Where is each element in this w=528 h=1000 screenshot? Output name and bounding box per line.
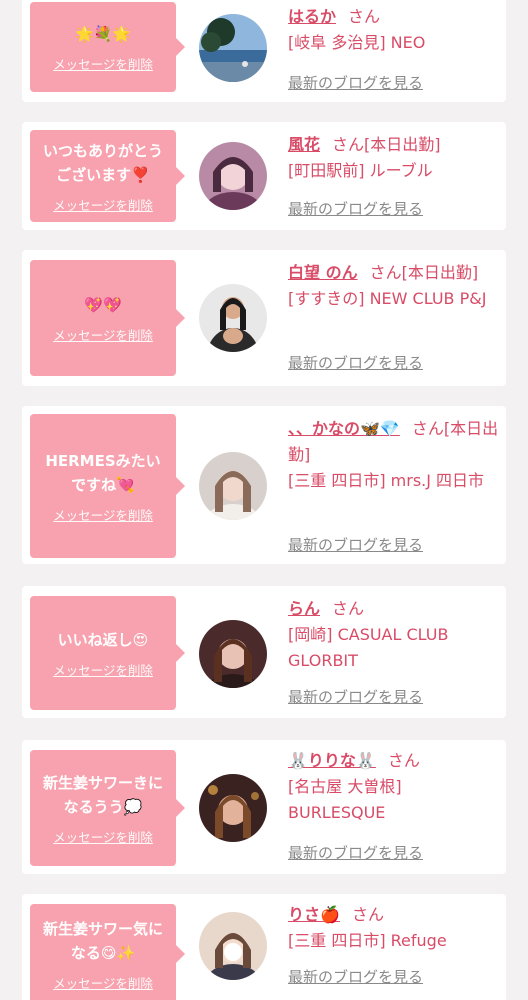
avatar-photo-woman-icon xyxy=(199,774,267,842)
location-text: [岡崎] CASUAL CLUB GLORBIT xyxy=(288,625,449,670)
delete-message-link[interactable]: メッセージを削除 xyxy=(53,827,153,846)
avatar[interactable] xyxy=(199,452,267,520)
honorific: さん xyxy=(411,419,444,438)
delete-message-link[interactable]: メッセージを削除 xyxy=(53,973,153,992)
message-text: 💖💖 xyxy=(84,295,122,314)
avatar[interactable] xyxy=(199,774,267,842)
avatar[interactable] xyxy=(199,620,267,688)
message-bubble: HERMESみたい ですね💘 メッセージを削除 xyxy=(30,414,185,558)
delete-message-link[interactable]: メッセージを削除 xyxy=(53,325,153,344)
latest-blog-link[interactable]: 最新のブログを見る xyxy=(288,966,423,987)
profile-info: りさ🍎 さん [三重 四日市] Refuge xyxy=(288,902,500,954)
latest-blog-link[interactable]: 最新のブログを見る xyxy=(288,534,423,555)
location-text: [町田駅前] ルーブル xyxy=(288,161,433,180)
honorific: さん xyxy=(369,263,402,282)
status-text: [本日出勤] xyxy=(364,135,441,154)
status-text: [本日出勤] xyxy=(401,263,479,282)
honorific: さん xyxy=(332,135,365,154)
avatar-photo-woman-icon xyxy=(199,912,267,980)
message-bubble: 💖💖 メッセージを削除 xyxy=(30,260,185,376)
message-card: いいね返し😍 メッセージを削除 らん さん [岡崎] CASUAL CLUB GL… xyxy=(22,586,506,718)
delete-message-link[interactable]: メッセージを削除 xyxy=(53,660,153,679)
profile-info: 風花 さん[本日出勤] [町田駅前] ルーブル xyxy=(288,132,500,184)
latest-blog-link[interactable]: 最新のブログを見る xyxy=(288,842,423,863)
profile-name-link[interactable]: はるか xyxy=(288,7,336,26)
honorific: さん xyxy=(387,751,420,770)
avatar[interactable] xyxy=(199,14,267,82)
location-text: [岐阜 多治見] NEO xyxy=(288,33,426,52)
profile-name-link[interactable]: 🐰りりな🐰 xyxy=(288,751,376,770)
avatar-photo-woman-icon xyxy=(199,284,267,352)
avatar-photo-landscape-icon xyxy=(199,14,267,82)
profile-name-link[interactable]: 白望 のん xyxy=(288,263,358,282)
honorific: さん xyxy=(332,599,365,618)
message-card: 🌟💐🌟 メッセージを削除 はるか さん [岐阜 多治見] NEO 最新のブログを見… xyxy=(22,0,506,102)
message-card: 💖💖 メッセージを削除 白望 のん さん[本日出勤] [すすきの] NEW CLU… xyxy=(22,250,506,386)
latest-blog-link[interactable]: 最新のブログを見る xyxy=(288,352,423,373)
profile-name-link[interactable]: りさ🍎 xyxy=(288,905,340,924)
latest-blog-link[interactable]: 最新のブログを見る xyxy=(288,686,423,707)
message-text: 🌟💐🌟 xyxy=(74,24,132,43)
profile-info: 🐰りりな🐰 さん [名古屋 大曽根] BURLESQUE xyxy=(288,748,500,826)
avatar-photo-woman-icon xyxy=(199,142,267,210)
delete-message-link[interactable]: メッセージを削除 xyxy=(53,195,153,214)
profile-info: はるか さん [岐阜 多治見] NEO xyxy=(288,4,500,56)
profile-name-link[interactable]: らん xyxy=(288,599,320,618)
delete-message-link[interactable]: メッセージを削除 xyxy=(53,54,153,73)
profile-info: らん さん [岡崎] CASUAL CLUB GLORBIT xyxy=(288,596,500,674)
location-text: [三重 四日市] Refuge xyxy=(288,931,447,950)
message-text: いつもありがとう ございます❣️ xyxy=(42,141,163,184)
message-text: 新生姜サワー気に なる😋✨ xyxy=(42,919,163,962)
message-text: HERMESみたい ですね💘 xyxy=(45,451,161,494)
message-card: HERMESみたい ですね💘 メッセージを削除 、、かなの🦋💎 さん[本日出勤] … xyxy=(22,406,506,564)
profile-info: 白望 のん さん[本日出勤] [すすきの] NEW CLUB P&J xyxy=(288,260,500,312)
message-bubble: 新生姜サワー気に なる😋✨ メッセージを削除 xyxy=(30,904,185,1000)
location-text: [三重 四日市] mrs.J 四日市 xyxy=(288,471,485,490)
avatar-photo-woman-icon xyxy=(199,620,267,688)
message-bubble: 🌟💐🌟 メッセージを削除 xyxy=(30,2,185,92)
location-text: [すすきの] NEW CLUB P&J xyxy=(288,289,487,308)
message-bubble: いいね返し😍 メッセージを削除 xyxy=(30,596,185,710)
avatar[interactable] xyxy=(199,284,267,352)
profile-name-link[interactable]: 風花 xyxy=(288,135,320,154)
message-bubble: いつもありがとう ございます❣️ メッセージを削除 xyxy=(30,130,185,222)
profile-name-link[interactable]: 、、かなの🦋💎 xyxy=(288,419,400,438)
message-card: 新生姜サワー気に なる😋✨ メッセージを削除 りさ🍎 さん [三重 四日市] Re… xyxy=(22,894,506,1000)
avatar[interactable] xyxy=(199,912,267,980)
honorific: さん xyxy=(351,905,384,924)
message-card: いつもありがとう ございます❣️ メッセージを削除 風花 さん[本日出勤] [町田… xyxy=(22,122,506,230)
message-card: 新生姜サワーきに なるうう💭 メッセージを削除 🐰りりな🐰 さん [名古屋 大曽根… xyxy=(22,740,506,874)
message-text: いいね返し😍 xyxy=(57,630,149,649)
profile-info: 、、かなの🦋💎 さん[本日出勤] [三重 四日市] mrs.J 四日市 xyxy=(288,416,500,494)
honorific: さん xyxy=(348,7,381,26)
message-bubble: 新生姜サワーきに なるうう💭 メッセージを削除 xyxy=(30,750,185,866)
location-text: [名古屋 大曽根] BURLESQUE xyxy=(288,777,402,822)
avatar-photo-woman-icon xyxy=(199,452,267,520)
message-text: 新生姜サワーきに なるうう💭 xyxy=(42,773,163,816)
delete-message-link[interactable]: メッセージを削除 xyxy=(53,505,153,524)
avatar[interactable] xyxy=(199,142,267,210)
latest-blog-link[interactable]: 最新のブログを見る xyxy=(288,198,423,219)
latest-blog-link[interactable]: 最新のブログを見る xyxy=(288,72,423,93)
